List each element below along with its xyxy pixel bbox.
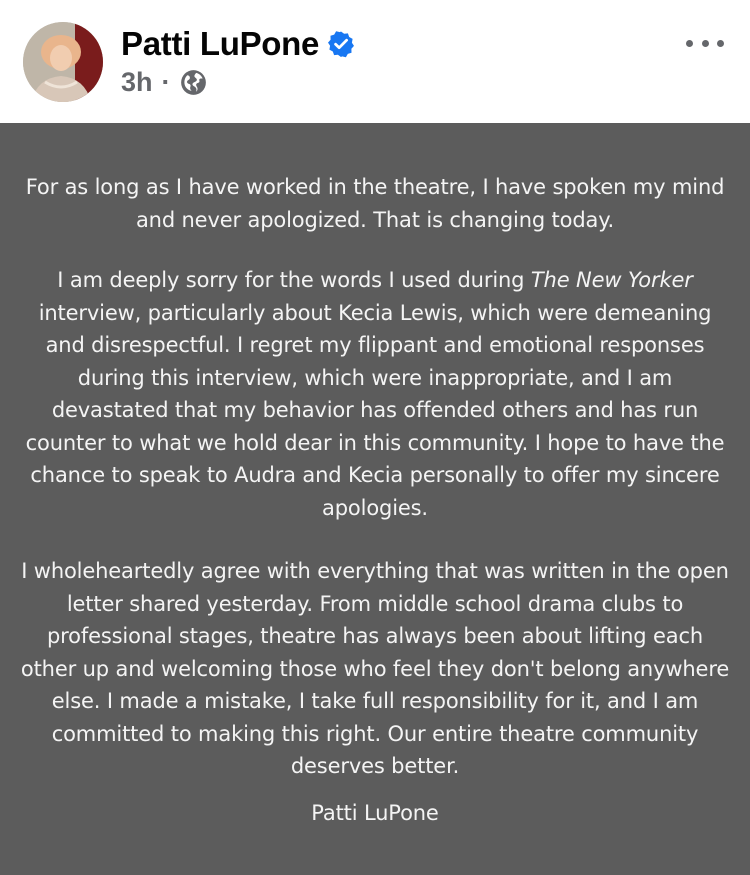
author-name[interactable]: Patti LuPone (121, 25, 319, 63)
more-horizontal-icon-dot (701, 39, 709, 47)
verified-badge-icon (328, 31, 355, 58)
more-horizontal-icon-dot (717, 39, 724, 47)
author-row: Patti LuPone (121, 25, 355, 63)
avatar[interactable] (23, 22, 103, 102)
statement-paragraph-1: For as long as I have worked in the thea… (25, 175, 725, 232)
avatar-photo (23, 22, 103, 102)
statement-paragraph-3: I wholeheartedly agree with everything t… (20, 559, 730, 778)
statement-paragraph-2-start: I am deeply sorry for the words I used d… (57, 268, 531, 292)
publication-name: The New Yorker (530, 268, 693, 292)
post-header: Patti LuPone 3h · (0, 0, 750, 123)
statement-paragraph-2: I am deeply sorry for the words I used d… (20, 264, 730, 524)
post-meta: 3h · (121, 67, 207, 98)
statement-signature: Patti LuPone (311, 801, 439, 825)
meta-separator: · (161, 67, 171, 97)
post-timestamp[interactable]: 3h (121, 67, 153, 98)
globe-icon[interactable] (180, 69, 207, 96)
more-horizontal-icon-dot (686, 39, 693, 47)
statement-paragraph-2-rest: interview, particularly about Kecia Lewi… (25, 300, 725, 520)
statement-image[interactable]: For as long as I have worked in the thea… (0, 123, 750, 875)
more-options-button[interactable] (686, 30, 724, 56)
